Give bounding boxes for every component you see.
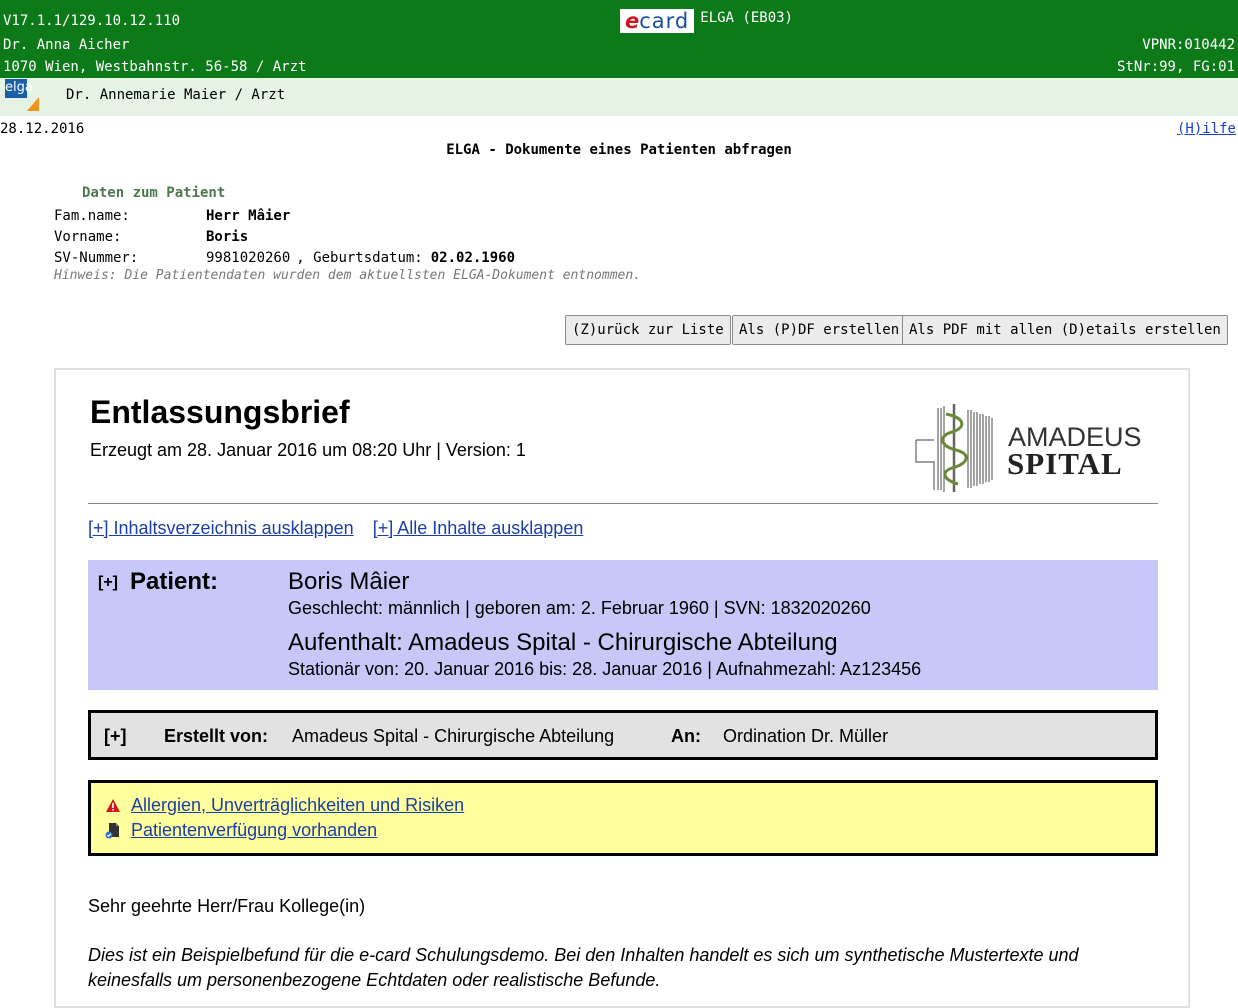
expand-all-link[interactable]: [+] Alle Inhalte ausklappen [373, 518, 584, 538]
vorname-row: Vorname: Boris [54, 228, 249, 245]
version-info: V17.1.1/129.10.12.110 [3, 13, 181, 29]
recipient-label: An: [671, 726, 701, 746]
expand-toc-link[interactable]: [+] Inhaltsverzeichnis ausklappen [88, 518, 354, 538]
toggle-links: [+] Inhaltsverzeichnis ausklappen [+] Al… [88, 518, 597, 539]
stay-info: Stationär von: 20. Januar 2016 bis: 28. … [288, 659, 922, 679]
help-link[interactable]: (H)ilfe [1177, 121, 1236, 137]
divider [88, 503, 1158, 504]
document-icon [105, 822, 119, 838]
vorname-value: Boris [206, 228, 249, 245]
warning-allergies-row: Allergien, Unverträglichkeiten und Risik… [105, 795, 464, 816]
current-user: Dr. Annemarie Maier / Arzt [66, 87, 286, 103]
ecard-logo: e card [620, 9, 695, 33]
warning-directive-row: Patientenverfügung vorhanden [105, 820, 377, 841]
document-created: Erzeugt am 28. Januar 2016 um 08:20 Uhr … [90, 440, 526, 460]
create-pdf-button[interactable]: Als (P)DF erstellen [732, 315, 907, 345]
elga-logo: elga [5, 79, 49, 115]
author-value: Amadeus Spital - Chirurgische Abteilung [292, 726, 615, 746]
document-viewer[interactable]: Entlassungsbrief Erzeugt am 28. Januar 2… [54, 368, 1190, 1008]
patient-summary-box: [+] Patient: Boris Mâier Geschlecht: män… [88, 560, 1158, 690]
document-title: Entlassungsbrief [90, 394, 350, 430]
author-box: [+] Erstellt von: Amadeus Spital - Chiru… [88, 710, 1158, 760]
hospital-logo: AMADEUS SPITAL [908, 400, 1148, 496]
warnings-box: Allergien, Unverträglichkeiten und Risik… [88, 780, 1158, 856]
current-date: 28.12.2016 [0, 121, 85, 137]
stnr: StNr:99, FG:01 [1116, 59, 1235, 75]
doctor-address: 1070 Wien, Westbahnstr. 56-58 / Arzt [3, 59, 307, 75]
author-expand-toggle[interactable]: [+] [104, 726, 127, 747]
stay-title: Aufenthalt: Amadeus Spital - Chirurgisch… [288, 629, 838, 656]
allergies-link[interactable]: Allergien, Unverträglichkeiten und Risik… [131, 795, 464, 816]
patient-name: Boris Mâier [288, 568, 410, 595]
warning-icon [106, 798, 120, 812]
top-header: V17.1.1/129.10.12.110 Dr. Anna Aicher 10… [0, 0, 1238, 78]
svnr-value: 9981020260 [206, 249, 291, 266]
app-title: ELGA (EB03) [700, 10, 793, 26]
doctor-name: Dr. Anna Aicher [3, 37, 130, 53]
birthdate-value: 02.02.1960 [430, 249, 516, 266]
intro-text: Dies ist ein Beispielbefund für die e-ca… [88, 945, 1079, 990]
page-title: ELGA - Dokumente eines Patienten abfrage… [446, 142, 792, 158]
app-branding: e card ELGA (EB03) [620, 9, 793, 33]
patient-hint: Hinweis: Die Patientendaten wurden dem a… [54, 268, 641, 283]
patient-data: Daten zum Patient Fam.name: Herr Mâier V… [54, 185, 641, 283]
vpnr: VPNR:010442 [1142, 37, 1235, 53]
hospital-name-line2: SPITAL [1007, 446, 1123, 481]
patient-label: Patient: [130, 568, 219, 595]
hospital-logo-icon [915, 404, 993, 492]
famname-value: Herr Mâier [206, 207, 291, 224]
patient-expand-toggle[interactable]: [+] [98, 574, 118, 592]
famname-row: Fam.name: Herr Mâier [54, 207, 291, 224]
recipient-value: Ordination Dr. Müller [723, 726, 889, 746]
user-bar: elga Dr. Annemarie Maier / Arzt [0, 78, 1238, 116]
patient-directive-link[interactable]: Patientenverfügung vorhanden [131, 820, 377, 841]
greeting-text: Sehr geehrte Herr/Frau Kollege(in) [88, 896, 366, 916]
svnr-row: SV-Nummer: 9981020260 , Geburtsdatum: 02… [54, 249, 516, 266]
back-to-list-button[interactable]: (Z)urück zur Liste [565, 315, 731, 345]
patient-info: Geschlecht: männlich | geboren am: 2. Fe… [288, 598, 871, 618]
patient-heading: Daten zum Patient [82, 185, 226, 201]
create-pdf-details-button[interactable]: Als PDF mit allen (D)etails erstellen [902, 315, 1228, 345]
author-label: Erstellt von: [164, 726, 269, 746]
